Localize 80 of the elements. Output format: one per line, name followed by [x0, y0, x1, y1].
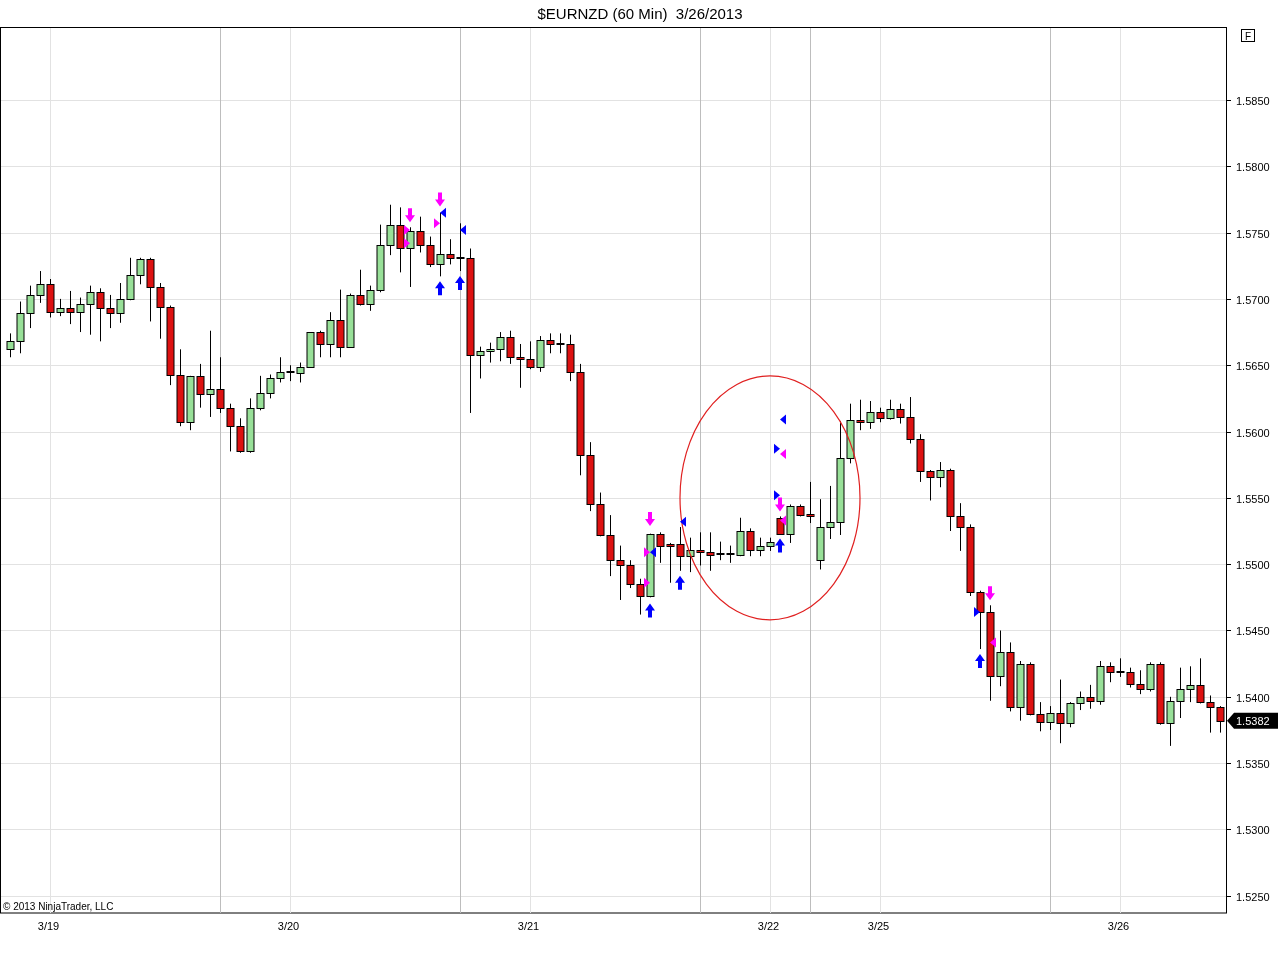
down-arrow-marker [775, 497, 785, 512]
right-triangle-marker [774, 443, 780, 454]
left-triangle-marker [780, 414, 786, 425]
left-triangle-marker [440, 207, 446, 218]
last-price-tag: 1.5382 [1227, 712, 1278, 729]
candlestick [1216, 705, 1225, 734]
up-arrow-marker [435, 281, 445, 296]
candlestick [696, 531, 705, 566]
right-triangle-marker [644, 547, 650, 558]
candlestick [506, 330, 515, 365]
price-axis-label: 1.5450 [1236, 624, 1270, 637]
candlestick [1206, 695, 1215, 734]
left-triangle-marker [780, 449, 786, 460]
down-arrow-marker [985, 586, 995, 601]
candlestick [666, 542, 675, 584]
up-arrow-marker [775, 538, 785, 553]
up-arrow-marker [455, 276, 465, 290]
candlestick [86, 285, 95, 336]
right-triangle-marker [644, 577, 650, 588]
candlestick [496, 331, 505, 362]
candlestick [1196, 657, 1205, 704]
up-arrow-marker [675, 575, 685, 590]
right-triangle-marker [404, 238, 410, 249]
date-axis-label: 3/21 [517, 920, 540, 932]
candlestick [396, 206, 405, 273]
price-axis-label: 1.5300 [1236, 823, 1270, 836]
f-button[interactable]: F [1241, 29, 1255, 42]
down-arrow-marker [645, 512, 655, 527]
candlestick [1176, 667, 1185, 719]
candlestick [606, 514, 615, 577]
candlestick [1186, 665, 1195, 703]
price-axis-label: 1.5250 [1236, 890, 1270, 903]
price-axis-label: 1.5350 [1236, 757, 1270, 770]
left-triangle-marker [780, 515, 786, 526]
candlestick [686, 537, 695, 573]
candlestick [1166, 696, 1175, 747]
up-arrow-marker [645, 603, 655, 618]
candlestick [766, 537, 775, 552]
date-axis-label: 3/22 [757, 920, 780, 932]
candlestick [186, 375, 195, 431]
price-axis-label: 1.5750 [1236, 227, 1270, 240]
price-axis-label: 1.5800 [1236, 160, 1270, 173]
right-triangle-marker [404, 224, 410, 235]
price-axis-label: 1.5600 [1236, 426, 1270, 439]
candlestick [1126, 667, 1135, 688]
up-arrow-marker [975, 654, 985, 668]
left-triangle-marker [680, 516, 686, 527]
price-axis-label: 1.5400 [1236, 691, 1270, 704]
candlestick [386, 204, 395, 256]
candlestick [1076, 691, 1085, 711]
price-axis-label: 1.5550 [1236, 492, 1270, 505]
candlestick [676, 526, 685, 572]
left-triangle-marker [460, 224, 466, 235]
right-triangle-marker [974, 606, 980, 617]
copyright-text: © 2013 NinjaTrader, LLC [3, 901, 114, 912]
candlestick [1136, 669, 1145, 695]
candlestick [36, 270, 45, 304]
date-axis-label: 3/19 [37, 920, 60, 932]
right-triangle-marker [434, 218, 440, 229]
candlestick [1006, 641, 1015, 712]
candlestick [76, 297, 85, 333]
date-axis-label: 3/26 [1107, 920, 1130, 932]
date-axis-label: 3/20 [277, 920, 300, 932]
candlestick [886, 399, 895, 421]
candlestick [26, 285, 35, 329]
price-axis-label: 1.5500 [1236, 558, 1270, 571]
left-triangle-marker [990, 637, 996, 648]
price-axis-label: 1.5700 [1236, 293, 1270, 306]
candlestick [1016, 660, 1025, 722]
candlestick [116, 282, 125, 324]
down-arrow-marker [435, 192, 445, 207]
chart-title: $EURNZD (60 Min) 3/26/2013 [536, 4, 744, 24]
candlestick [156, 282, 165, 340]
date-axis-label: 3/25 [867, 920, 890, 932]
price-axis-label: 1.5850 [1236, 94, 1270, 107]
left-triangle-marker [650, 547, 656, 558]
candlestick [1116, 657, 1125, 678]
candlestick [226, 403, 235, 452]
right-triangle-marker [774, 490, 780, 501]
price-axis-label: 1.5650 [1236, 359, 1270, 372]
